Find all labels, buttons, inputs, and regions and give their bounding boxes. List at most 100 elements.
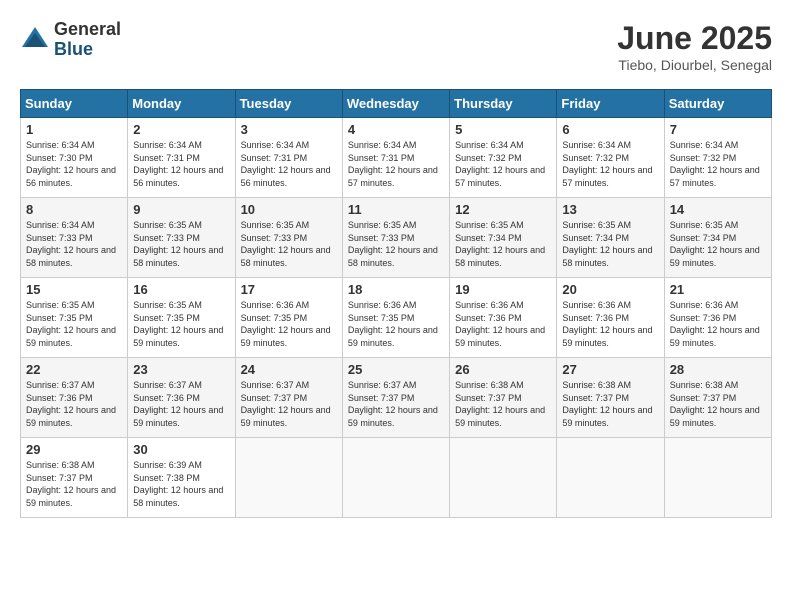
calendar-cell: 22 Sunrise: 6:37 AMSunset: 7:36 PMDayligh… <box>21 358 128 438</box>
col-wednesday: Wednesday <box>342 90 449 118</box>
day-info: Sunrise: 6:35 AMSunset: 7:34 PMDaylight:… <box>562 220 652 268</box>
calendar-cell: 4 Sunrise: 6:34 AMSunset: 7:31 PMDaylight… <box>342 118 449 198</box>
calendar-cell: 7Sunrise: 6:34 AMSunset: 7:32 PMDaylight… <box>664 118 771 198</box>
calendar-week-2: 8 Sunrise: 6:34 AMSunset: 7:33 PMDaylight… <box>21 198 772 278</box>
calendar-header: Sunday Monday Tuesday Wednesday Thursday… <box>21 90 772 118</box>
calendar-cell <box>342 438 449 518</box>
day-info: Sunrise: 6:34 AMSunset: 7:31 PMDaylight:… <box>348 140 438 188</box>
calendar-cell: 2Sunrise: 6:34 AMSunset: 7:31 PMDaylight… <box>128 118 235 198</box>
day-info: Sunrise: 6:36 AMSunset: 7:35 PMDaylight:… <box>241 300 331 348</box>
day-number: 22 <box>26 362 122 377</box>
day-info: Sunrise: 6:35 AMSunset: 7:35 PMDaylight:… <box>26 300 116 348</box>
calendar-cell: 14 Sunrise: 6:35 AMSunset: 7:34 PMDayligh… <box>664 198 771 278</box>
day-info: Sunrise: 6:37 AMSunset: 7:37 PMDaylight:… <box>348 380 438 428</box>
day-number: 4 <box>348 122 444 137</box>
calendar-cell: 10 Sunrise: 6:35 AMSunset: 7:33 PMDayligh… <box>235 198 342 278</box>
calendar-cell: 24 Sunrise: 6:37 AMSunset: 7:37 PMDayligh… <box>235 358 342 438</box>
page-header: General Blue June 2025 Tiebo, Diourbel, … <box>20 20 772 73</box>
day-number: 16 <box>133 282 229 297</box>
calendar-table: Sunday Monday Tuesday Wednesday Thursday… <box>20 89 772 518</box>
calendar-cell: 19Sunrise: 6:36 AMSunset: 7:36 PMDayligh… <box>450 278 557 358</box>
calendar-cell: 21 Sunrise: 6:36 AMSunset: 7:36 PMDayligh… <box>664 278 771 358</box>
day-number: 13 <box>562 202 658 217</box>
calendar-week-3: 15 Sunrise: 6:35 AMSunset: 7:35 PMDayligh… <box>21 278 772 358</box>
calendar-cell: 3 Sunrise: 6:34 AMSunset: 7:31 PMDaylight… <box>235 118 342 198</box>
day-info: Sunrise: 6:34 AMSunset: 7:30 PMDaylight:… <box>26 140 116 188</box>
calendar-cell: 20 Sunrise: 6:36 AMSunset: 7:36 PMDayligh… <box>557 278 664 358</box>
calendar-cell: 30Sunrise: 6:39 AMSunset: 7:38 PMDayligh… <box>128 438 235 518</box>
day-info: Sunrise: 6:34 AMSunset: 7:32 PMDaylight:… <box>670 140 760 188</box>
calendar-cell: 28 Sunrise: 6:38 AMSunset: 7:37 PMDayligh… <box>664 358 771 438</box>
header-row: Sunday Monday Tuesday Wednesday Thursday… <box>21 90 772 118</box>
day-number: 30 <box>133 442 229 457</box>
calendar-cell: 27 Sunrise: 6:38 AMSunset: 7:37 PMDayligh… <box>557 358 664 438</box>
day-info: Sunrise: 6:36 AMSunset: 7:36 PMDaylight:… <box>670 300 760 348</box>
logo-icon <box>20 25 50 55</box>
day-info: Sunrise: 6:36 AMSunset: 7:35 PMDaylight:… <box>348 300 438 348</box>
day-number: 24 <box>241 362 337 377</box>
logo: General Blue <box>20 20 121 60</box>
col-saturday: Saturday <box>664 90 771 118</box>
day-number: 29 <box>26 442 122 457</box>
calendar-cell: 11Sunrise: 6:35 AMSunset: 7:33 PMDayligh… <box>342 198 449 278</box>
calendar-cell: 29 Sunrise: 6:38 AMSunset: 7:37 PMDayligh… <box>21 438 128 518</box>
day-number: 3 <box>241 122 337 137</box>
day-number: 17 <box>241 282 337 297</box>
day-info: Sunrise: 6:35 AMSunset: 7:33 PMDaylight:… <box>241 220 331 268</box>
calendar-cell: 16 Sunrise: 6:35 AMSunset: 7:35 PMDayligh… <box>128 278 235 358</box>
day-number: 26 <box>455 362 551 377</box>
day-number: 21 <box>670 282 766 297</box>
day-info: Sunrise: 6:35 AMSunset: 7:34 PMDaylight:… <box>670 220 760 268</box>
day-info: Sunrise: 6:34 AMSunset: 7:31 PMDaylight:… <box>241 140 331 188</box>
day-number: 27 <box>562 362 658 377</box>
day-number: 20 <box>562 282 658 297</box>
day-number: 19 <box>455 282 551 297</box>
day-number: 15 <box>26 282 122 297</box>
calendar-cell <box>664 438 771 518</box>
location: Tiebo, Diourbel, Senegal <box>617 57 772 73</box>
logo-general: General <box>54 20 121 40</box>
day-number: 12 <box>455 202 551 217</box>
col-sunday: Sunday <box>21 90 128 118</box>
day-info: Sunrise: 6:34 AMSunset: 7:33 PMDaylight:… <box>26 220 116 268</box>
day-info: Sunrise: 6:38 AMSunset: 7:37 PMDaylight:… <box>455 380 545 428</box>
day-number: 25 <box>348 362 444 377</box>
day-info: Sunrise: 6:38 AMSunset: 7:37 PMDaylight:… <box>562 380 652 428</box>
calendar-cell: 5 Sunrise: 6:34 AMSunset: 7:32 PMDaylight… <box>450 118 557 198</box>
logo-text: General Blue <box>54 20 121 60</box>
calendar-week-1: 1 Sunrise: 6:34 AMSunset: 7:30 PMDaylight… <box>21 118 772 198</box>
calendar-cell: 17 Sunrise: 6:36 AMSunset: 7:35 PMDayligh… <box>235 278 342 358</box>
calendar-cell: 26 Sunrise: 6:38 AMSunset: 7:37 PMDayligh… <box>450 358 557 438</box>
day-number: 18 <box>348 282 444 297</box>
day-number: 8 <box>26 202 122 217</box>
day-number: 14 <box>670 202 766 217</box>
calendar-cell: 8 Sunrise: 6:34 AMSunset: 7:33 PMDaylight… <box>21 198 128 278</box>
day-info: Sunrise: 6:37 AMSunset: 7:37 PMDaylight:… <box>241 380 331 428</box>
day-info: Sunrise: 6:37 AMSunset: 7:36 PMDaylight:… <box>26 380 116 428</box>
day-info: Sunrise: 6:38 AMSunset: 7:37 PMDaylight:… <box>670 380 760 428</box>
day-info: Sunrise: 6:35 AMSunset: 7:33 PMDaylight:… <box>133 220 223 268</box>
title-block: June 2025 Tiebo, Diourbel, Senegal <box>617 20 772 73</box>
calendar-cell: 23Sunrise: 6:37 AMSunset: 7:36 PMDayligh… <box>128 358 235 438</box>
day-number: 28 <box>670 362 766 377</box>
col-monday: Monday <box>128 90 235 118</box>
calendar-cell: 1 Sunrise: 6:34 AMSunset: 7:30 PMDaylight… <box>21 118 128 198</box>
day-number: 10 <box>241 202 337 217</box>
day-info: Sunrise: 6:34 AMSunset: 7:31 PMDaylight:… <box>133 140 223 188</box>
day-info: Sunrise: 6:37 AMSunset: 7:36 PMDaylight:… <box>133 380 223 428</box>
calendar-cell: 9Sunrise: 6:35 AMSunset: 7:33 PMDaylight… <box>128 198 235 278</box>
day-number: 5 <box>455 122 551 137</box>
day-info: Sunrise: 6:35 AMSunset: 7:35 PMDaylight:… <box>133 300 223 348</box>
day-info: Sunrise: 6:38 AMSunset: 7:37 PMDaylight:… <box>26 460 116 508</box>
day-info: Sunrise: 6:34 AMSunset: 7:32 PMDaylight:… <box>455 140 545 188</box>
calendar-cell: 13 Sunrise: 6:35 AMSunset: 7:34 PMDayligh… <box>557 198 664 278</box>
calendar-cell <box>450 438 557 518</box>
day-info: Sunrise: 6:36 AMSunset: 7:36 PMDaylight:… <box>562 300 652 348</box>
day-number: 1 <box>26 122 122 137</box>
day-info: Sunrise: 6:35 AMSunset: 7:34 PMDaylight:… <box>455 220 545 268</box>
month-title: June 2025 <box>617 20 772 57</box>
col-tuesday: Tuesday <box>235 90 342 118</box>
calendar-body: 1 Sunrise: 6:34 AMSunset: 7:30 PMDaylight… <box>21 118 772 518</box>
day-info: Sunrise: 6:34 AMSunset: 7:32 PMDaylight:… <box>562 140 652 188</box>
calendar-cell <box>235 438 342 518</box>
